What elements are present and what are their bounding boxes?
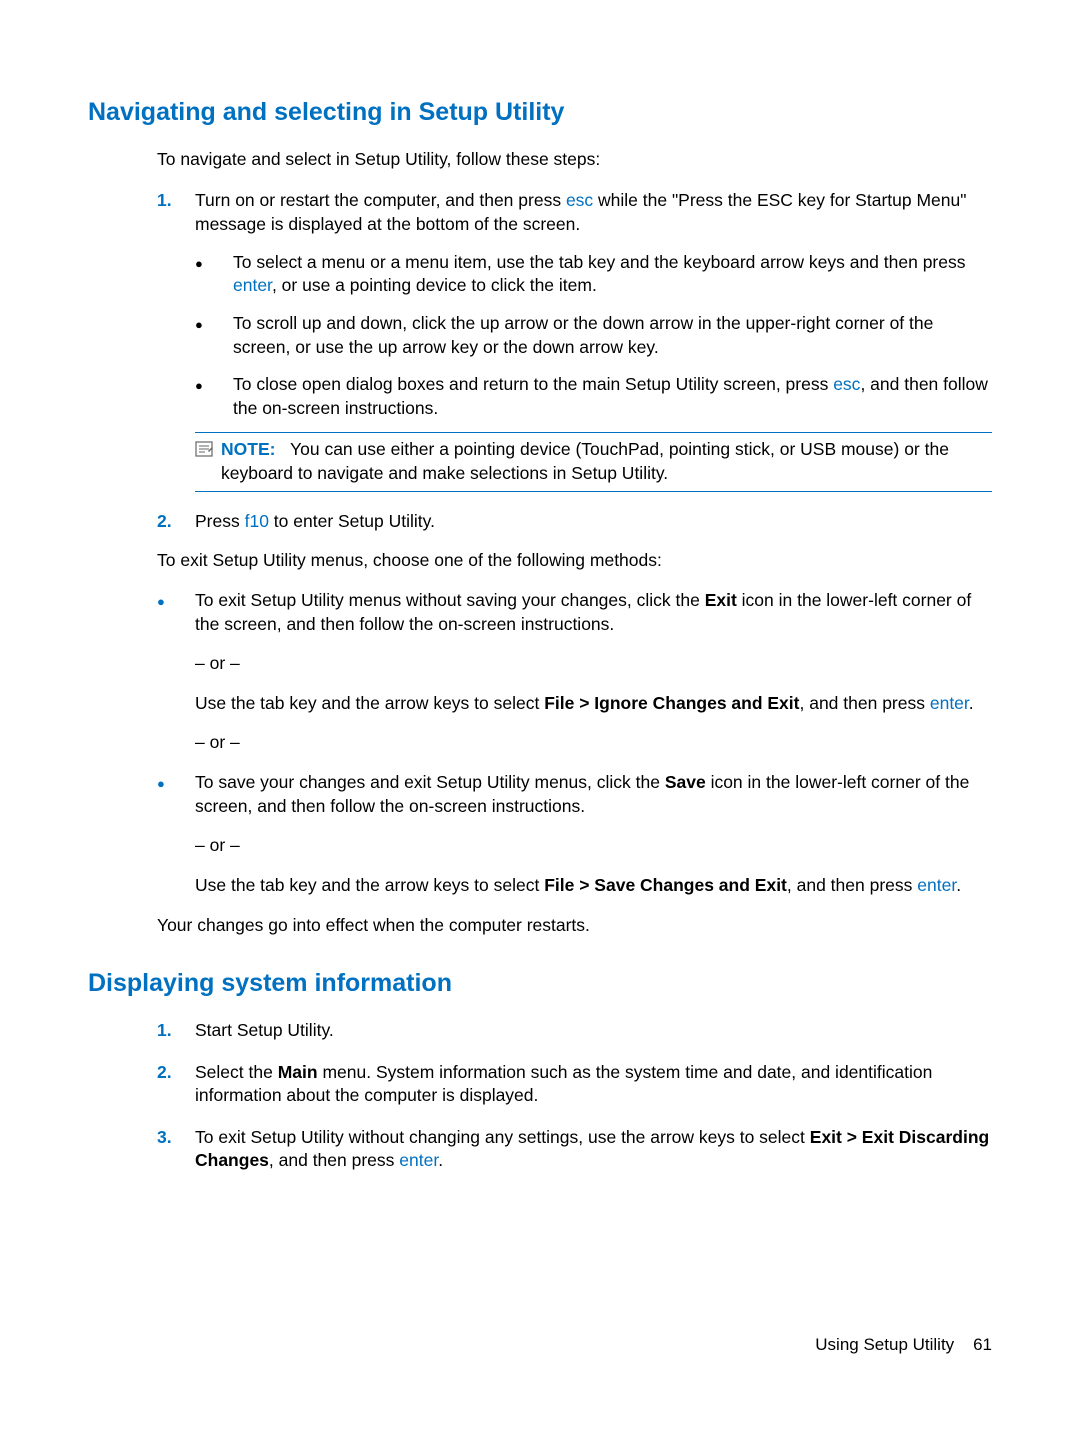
text: To select a menu or a menu item, use the… [233, 251, 992, 298]
text: Turn on or restart the computer, and the… [195, 190, 566, 210]
text: . [438, 1150, 443, 1170]
step-number: 2. [157, 1061, 195, 1108]
f10-key: f10 [245, 511, 269, 531]
exit-intro: To exit Setup Utility menus, choose one … [157, 549, 992, 573]
exit-bold: Exit [705, 590, 737, 610]
bullet-icon [157, 771, 195, 818]
esc-key: esc [566, 190, 593, 210]
text: to enter Setup Utility. [269, 511, 435, 531]
text: Use the tab key and the arrow keys to se… [195, 692, 992, 716]
esc-key: esc [833, 374, 860, 394]
text: , and then press [269, 1150, 399, 1170]
text: Select the [195, 1062, 278, 1082]
note-callout: NOTE: You can use either a pointing devi… [195, 432, 992, 491]
text: To close open dialog boxes and return to… [233, 373, 992, 420]
bullet-icon [195, 251, 233, 298]
bullet-icon [195, 373, 233, 420]
enter-key: enter [917, 875, 956, 895]
text: , or use a pointing device to click the … [272, 275, 597, 295]
section-heading-2: Displaying system information [88, 967, 992, 1001]
step-number: 2. [157, 510, 195, 534]
text: Press [195, 511, 245, 531]
bullet-icon [195, 312, 233, 359]
step-body: To exit Setup Utility without changing a… [195, 1126, 992, 1173]
text: . [969, 693, 974, 713]
sub-bullet: To scroll up and down, click the up arro… [195, 312, 992, 359]
step-body: Turn on or restart the computer, and the… [195, 189, 992, 236]
exit-outro: Your changes go into effect when the com… [157, 914, 992, 938]
step-body: Select the Main menu. System information… [195, 1061, 992, 1108]
text: You can use either a pointing device (To… [221, 439, 949, 483]
section-heading-1: Navigating and selecting in Setup Utilit… [88, 96, 992, 130]
step-number: 1. [157, 189, 195, 236]
intro-text: To navigate and select in Setup Utility,… [157, 148, 992, 172]
enter-key: enter [233, 275, 272, 295]
text: , and then press [787, 875, 917, 895]
d-step-2: 2. Select the Main menu. System informat… [157, 1061, 992, 1108]
text: Use the tab key and the arrow keys to se… [195, 875, 544, 895]
main-bold: Main [278, 1062, 318, 1082]
d-step-3: 3. To exit Setup Utility without changin… [157, 1126, 992, 1173]
text: To save your changes and exit Setup Util… [195, 772, 665, 792]
step-number: 1. [157, 1019, 195, 1043]
or-divider: – or – [195, 834, 992, 858]
step-1: 1. Turn on or restart the computer, and … [157, 189, 992, 236]
step-2: 2. Press f10 to enter Setup Utility. [157, 510, 992, 534]
menu-path: File > Ignore Changes and Exit [544, 693, 799, 713]
text: To scroll up and down, click the up arro… [233, 312, 992, 359]
note-body: NOTE: You can use either a pointing devi… [221, 438, 988, 485]
sub-bullet: To select a menu or a menu item, use the… [195, 251, 992, 298]
text: To close open dialog boxes and return to… [233, 374, 833, 394]
or-divider: – or – [195, 731, 992, 755]
step-body: Press f10 to enter Setup Utility. [195, 510, 992, 534]
text: To select a menu or a menu item, use the… [233, 252, 966, 272]
save-bold: Save [665, 772, 706, 792]
text: Use the tab key and the arrow keys to se… [195, 693, 544, 713]
text: To exit Setup Utility menus without savi… [195, 590, 705, 610]
text: To exit Setup Utility menus without savi… [195, 589, 992, 636]
enter-key: enter [399, 1150, 438, 1170]
text: To save your changes and exit Setup Util… [195, 771, 992, 818]
or-divider: – or – [195, 652, 992, 676]
exit-bullet-2: To save your changes and exit Setup Util… [157, 771, 992, 818]
text: Use the tab key and the arrow keys to se… [195, 874, 992, 898]
page-footer: Using Setup Utility 61 [815, 1334, 992, 1357]
step-number: 3. [157, 1126, 195, 1173]
enter-key: enter [930, 693, 969, 713]
text: . [956, 875, 961, 895]
step-body: Start Setup Utility. [195, 1019, 992, 1043]
d-step-1: 1. Start Setup Utility. [157, 1019, 992, 1043]
exit-bullet-1: To exit Setup Utility menus without savi… [157, 589, 992, 636]
note-label: NOTE: [221, 439, 275, 459]
text: , and then press [799, 693, 929, 713]
sub-bullet: To close open dialog boxes and return to… [195, 373, 992, 420]
footer-text: Using Setup Utility [815, 1335, 954, 1354]
menu-path: File > Save Changes and Exit [544, 875, 787, 895]
page-number: 61 [973, 1335, 992, 1354]
text: To exit Setup Utility without changing a… [195, 1127, 810, 1147]
bullet-icon [157, 589, 195, 636]
note-icon [195, 438, 221, 485]
